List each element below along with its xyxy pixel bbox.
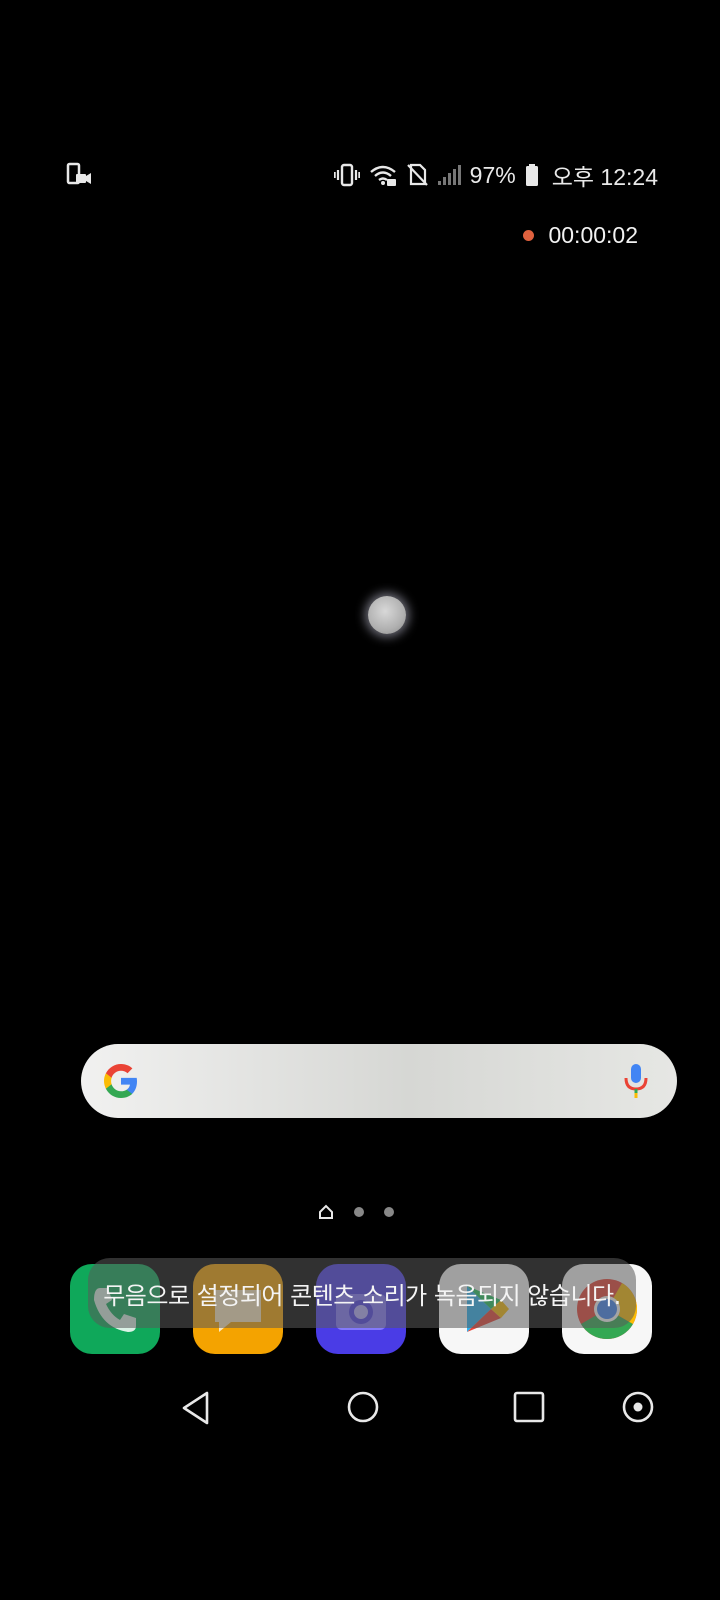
- page-dot[interactable]: [354, 1207, 364, 1217]
- vibrate-icon: [333, 163, 360, 187]
- home-icon[interactable]: [318, 1204, 334, 1220]
- recording-elapsed: 00:00:02: [548, 222, 638, 248]
- signal-icon: [437, 163, 461, 187]
- google-search-bar[interactable]: [81, 1044, 677, 1118]
- toast-message: 무음으로 설정되어 콘텐츠 소리가 녹음되지 않습니다.: [88, 1258, 636, 1328]
- page-dot[interactable]: [384, 1207, 394, 1217]
- google-g-icon: [101, 1061, 141, 1106]
- page-indicator: [318, 1204, 394, 1220]
- screen-record-icon: [66, 162, 92, 191]
- battery-percent: 97%: [469, 161, 516, 188]
- recents-icon[interactable]: [512, 1390, 546, 1429]
- status-bar: 97% 오후 12:24: [0, 156, 720, 194]
- clock: 오후 12:24: [551, 164, 658, 190]
- no-sim-icon: [406, 163, 428, 187]
- home-circle-icon[interactable]: [346, 1390, 380, 1429]
- home-screen: 97% 오후 12:24 00:00:02 무음으로 설정되어 콘텐츠 소리가 …: [0, 0, 720, 1600]
- navigation-bar: [0, 1384, 720, 1434]
- battery-icon: [525, 163, 539, 187]
- recording-timer[interactable]: 00:00:02: [523, 222, 638, 249]
- back-icon[interactable]: [180, 1390, 212, 1431]
- toast-text: 무음으로 설정되어 콘텐츠 소리가 녹음되지 않습니다.: [103, 1281, 621, 1310]
- touch-indicator: [368, 596, 406, 634]
- microphone-icon[interactable]: [623, 1063, 649, 1104]
- recording-dot-icon: [523, 230, 535, 241]
- wifi-icon: [369, 163, 397, 187]
- dot-circle-icon[interactable]: [621, 1390, 655, 1429]
